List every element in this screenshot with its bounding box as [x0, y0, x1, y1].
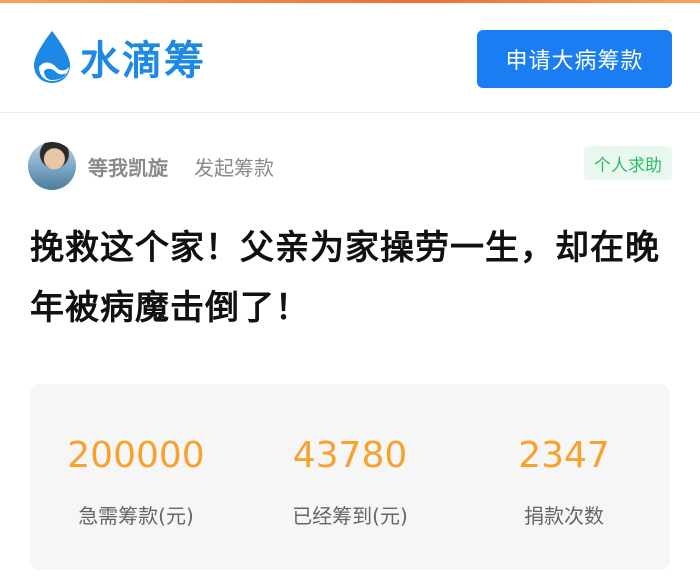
stat-value: 2347 — [518, 435, 610, 476]
author-name[interactable]: 等我凯旋 — [88, 152, 168, 181]
logo-text: 水滴筹 — [80, 38, 206, 84]
category-badge: 个人求助 — [584, 146, 672, 180]
logo[interactable]: 水滴筹 — [30, 28, 206, 86]
stat-value: 200000 — [67, 435, 205, 476]
author-action-text: 发起筹款 — [194, 156, 274, 180]
stat-label: 急需筹款(元) — [78, 504, 194, 528]
stat-donation-count: 2347 捐款次数 — [464, 434, 664, 529]
stat-target-amount: 200000 急需筹款(元) — [36, 434, 236, 529]
campaign-title: 挽救这个家！父亲为家操劳一生，却在晚年被病魔击倒了！ — [30, 228, 660, 328]
author-row: 等我凯旋 发起筹款 个人求助 — [28, 142, 674, 190]
avatar[interactable] — [28, 142, 76, 190]
apply-fundraising-button[interactable]: 申请大病筹款 — [477, 30, 672, 88]
stat-label: 捐款次数 — [524, 504, 604, 528]
water-drop-logo-icon — [34, 31, 70, 83]
stat-label: 已经筹到(元) — [292, 504, 408, 528]
header: 水滴筹 申请大病筹款 — [0, 3, 700, 113]
stats-card: 200000 急需筹款(元) 43780 已经筹到(元) 2347 捐款次数 — [30, 384, 670, 570]
stat-value: 43780 — [292, 435, 408, 476]
stat-raised-amount: 43780 已经筹到(元) — [250, 434, 450, 529]
